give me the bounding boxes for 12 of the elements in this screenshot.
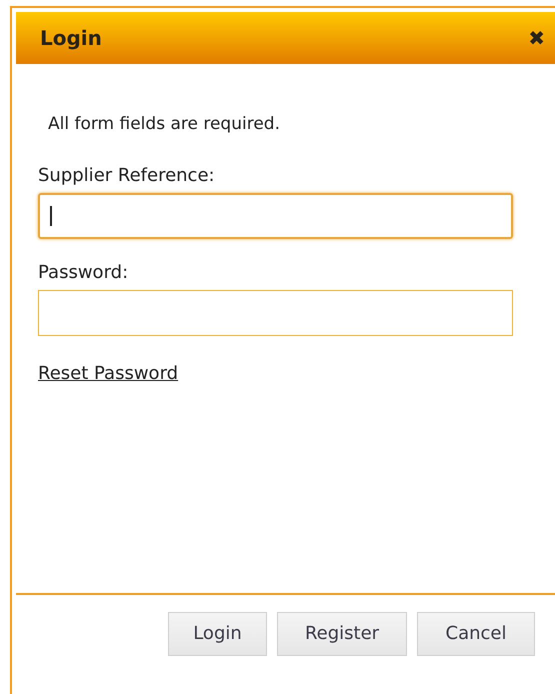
field-label: Password: (38, 260, 130, 284)
field-label: Supplier Reference: (38, 164, 216, 188)
input-field[interactable] (38, 192, 513, 238)
dialog-button[interactable]: Register (277, 612, 407, 656)
dialog-title: Login (40, 25, 102, 52)
dialog-button[interactable]: Cancel (417, 612, 535, 656)
input-field[interactable] (38, 290, 513, 336)
text-cursor (50, 206, 52, 226)
close-button[interactable]: ✖ (528, 28, 545, 48)
reset-password-link[interactable]: Reset Password (38, 360, 178, 386)
instruction-text: All form fields are required. (48, 113, 281, 136)
dialog-button[interactable]: Login (168, 612, 267, 656)
